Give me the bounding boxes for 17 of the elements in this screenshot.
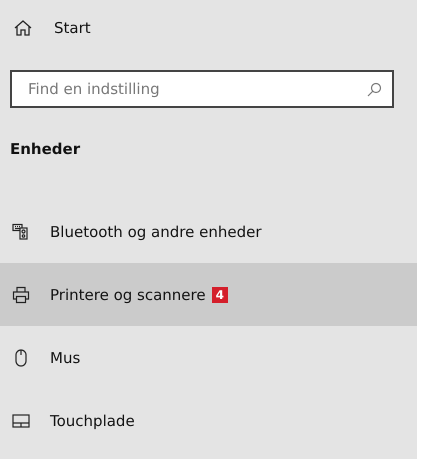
nav-item[interactable]: Bluetooth og andre enheder [0, 200, 417, 263]
nav-item-label: Touchplade [50, 412, 135, 430]
nav-item-label: Mus [50, 348, 80, 366]
count-badge: 4 [212, 286, 228, 302]
search-icon [367, 82, 382, 97]
search-field[interactable]: Find en indstilling [10, 70, 394, 108]
nav-item[interactable]: Touchplade [0, 389, 417, 452]
keyboard-speaker-icon [12, 222, 30, 240]
printer-icon [12, 286, 30, 304]
home-link[interactable]: Start [0, 10, 417, 46]
section-title: Enheder [10, 140, 80, 158]
nav-item[interactable]: Printere og scannere 4 [0, 263, 417, 326]
touchpad-icon [12, 412, 30, 430]
nav-item-label: Printere og scannere [50, 286, 206, 304]
nav-item[interactable]: Mus [0, 326, 417, 389]
home-icon [14, 19, 32, 37]
nav-item-label: Bluetooth og andre enheder [50, 222, 262, 240]
